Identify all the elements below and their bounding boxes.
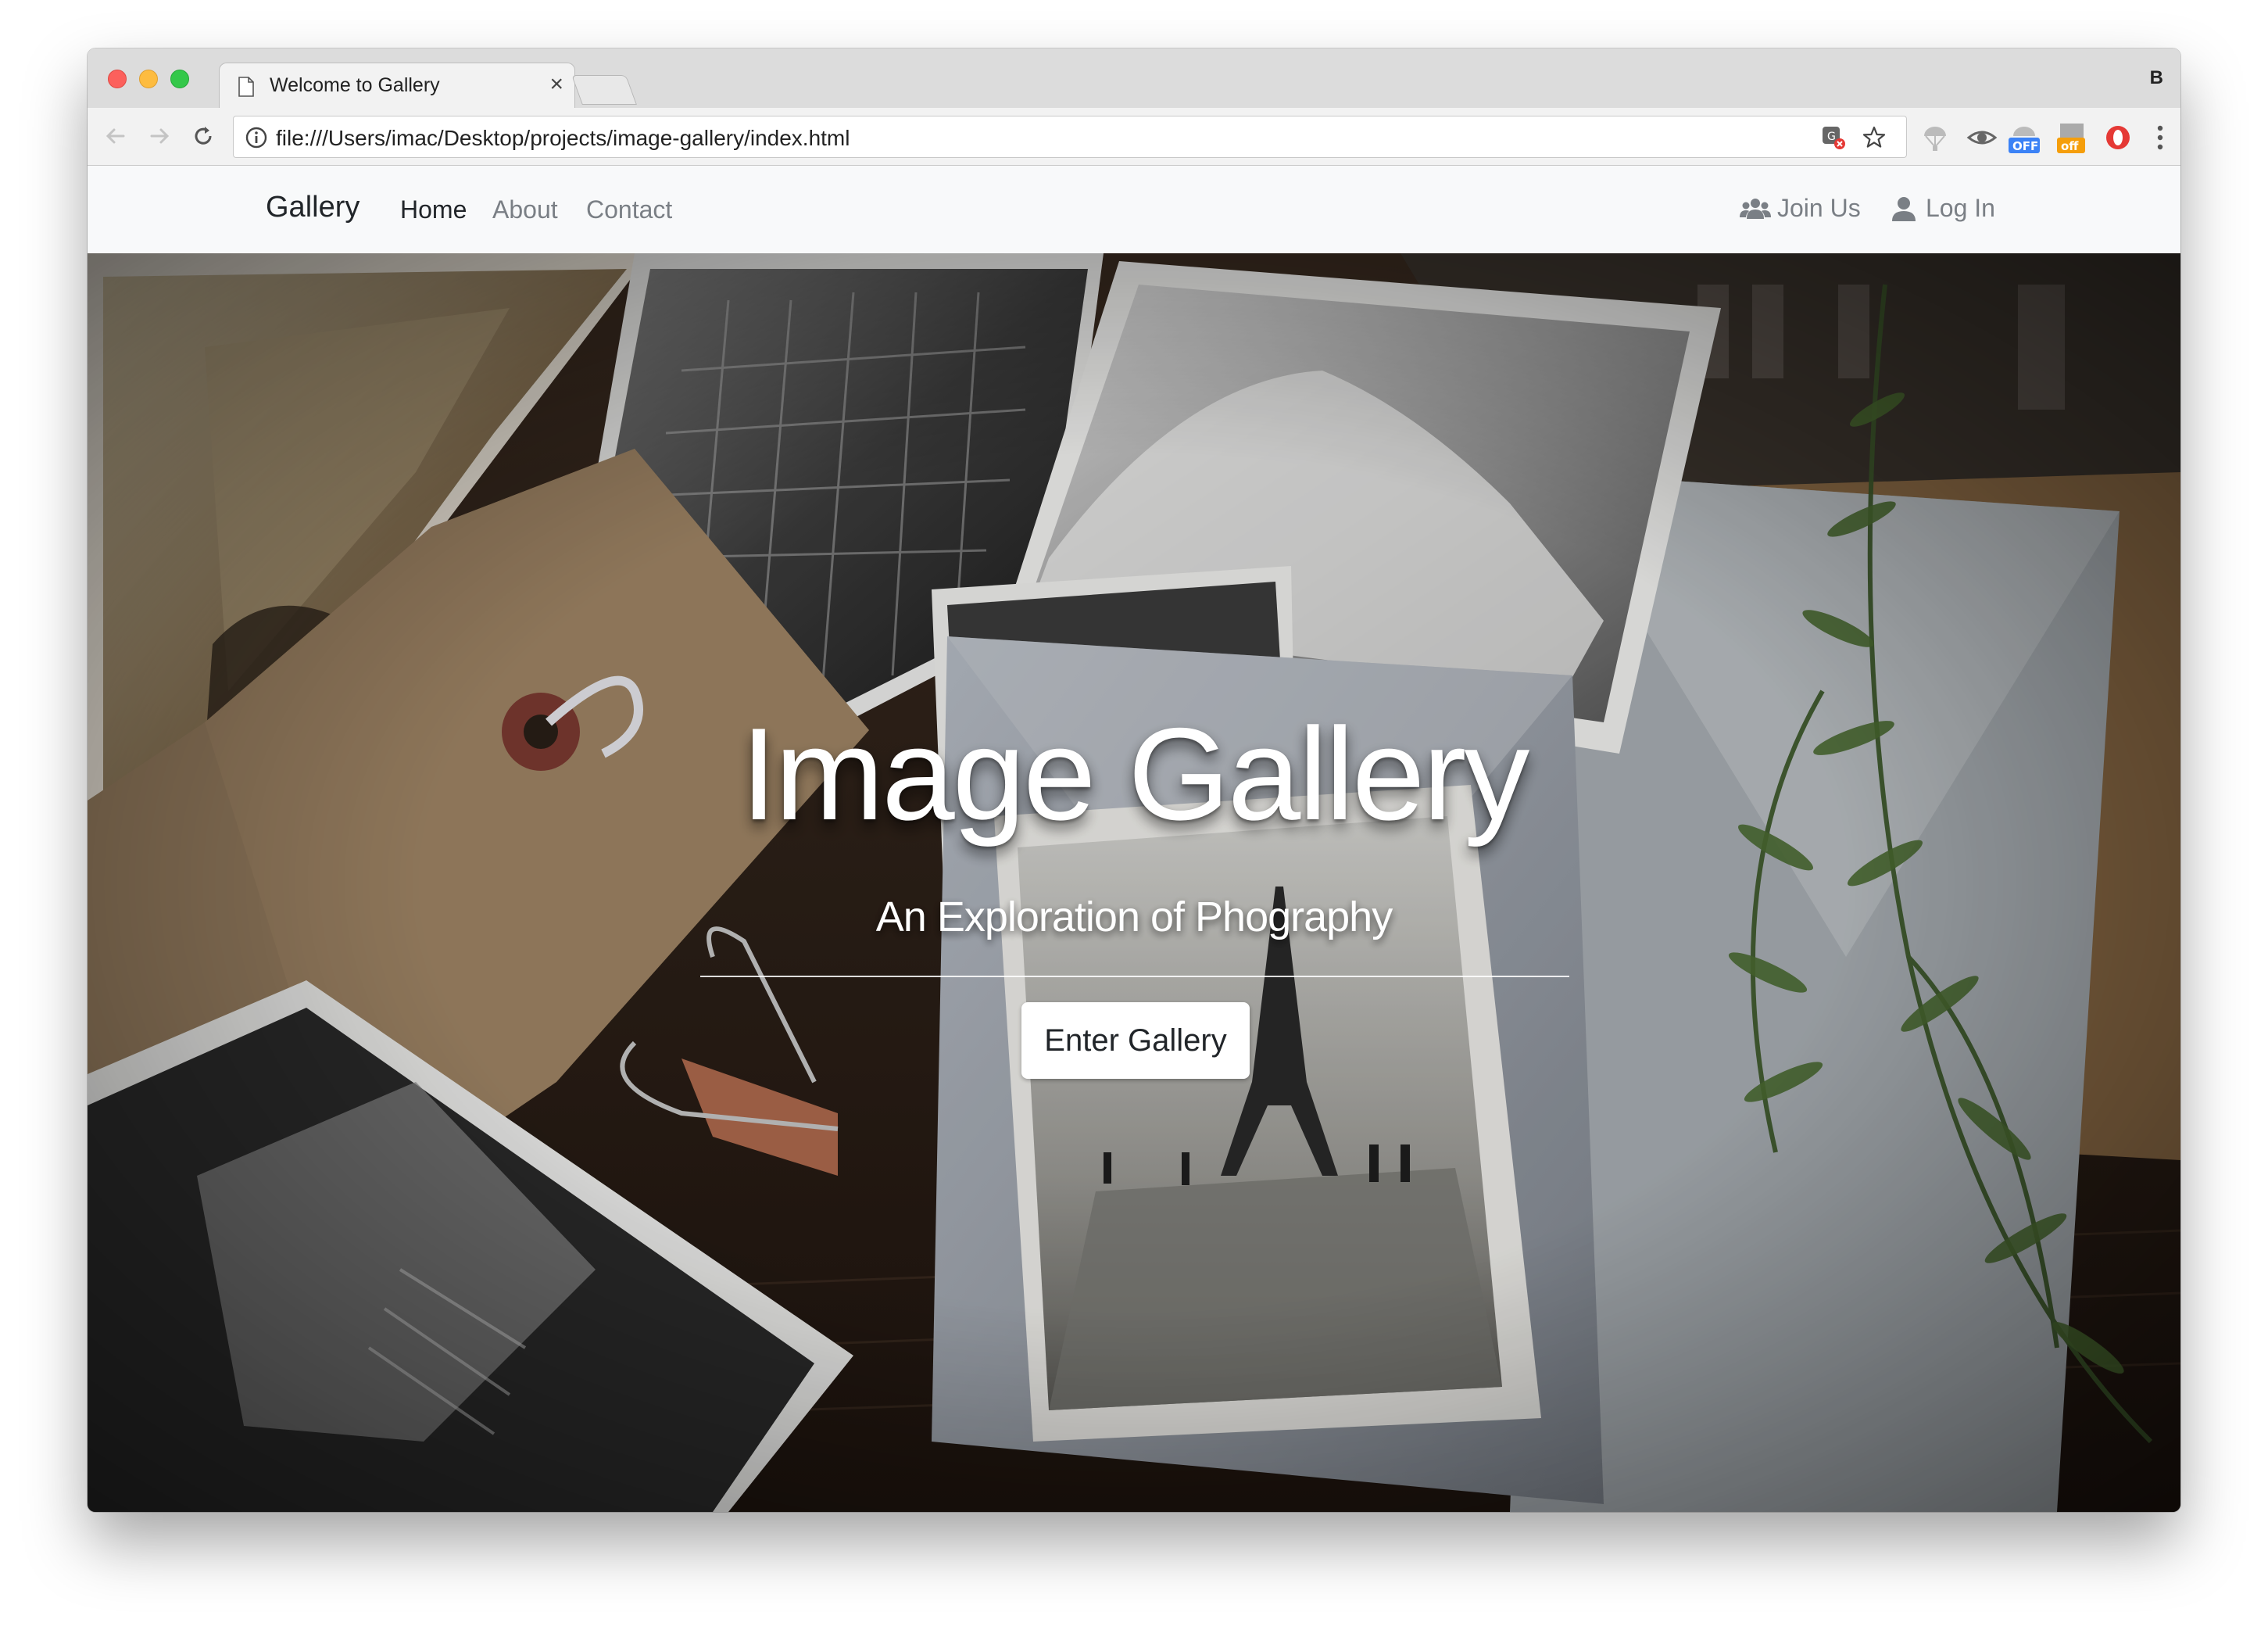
hero-title: Image Gallery <box>740 700 1530 847</box>
address-bar[interactable]: file:///Users/imac/Desktop/projects/imag… <box>233 116 1907 158</box>
off-orange-label: off <box>2061 139 2079 153</box>
off-badge-icon[interactable]: OFF <box>2005 119 2043 155</box>
log-in-link[interactable]: Log In <box>1888 194 1995 223</box>
hero-divider <box>700 976 1569 977</box>
hero-subtitle: An Exploration of Phography <box>875 894 1393 940</box>
enter-gallery-button[interactable]: Enter Gallery <box>1021 1002 1250 1079</box>
site-navbar: Gallery Home About Contact Join Us Log I… <box>88 166 2180 253</box>
hero-content: Image Gallery An Exploration of Phograph… <box>88 253 2180 1512</box>
close-window-button[interactable] <box>108 70 127 88</box>
tab-strip: Welcome to Gallery × B <box>88 48 2180 109</box>
log-in-label: Log In <box>1926 194 1995 222</box>
parachute-icon[interactable] <box>1919 122 1951 153</box>
reload-icon[interactable] <box>188 120 219 152</box>
bookmark-star-icon[interactable] <box>1861 124 1887 151</box>
translate-icon[interactable]: G <box>1820 124 1847 151</box>
hero-section: Image Gallery An Exploration of Phograph… <box>88 253 2180 1512</box>
off-coupon-icon[interactable]: off <box>2054 119 2090 155</box>
menu-dots-icon[interactable] <box>2145 122 2176 153</box>
tab-title: Welcome to Gallery <box>270 74 440 96</box>
tab-close-icon[interactable]: × <box>549 73 563 96</box>
forward-arrow-icon[interactable] <box>144 120 175 152</box>
join-us-label: Join Us <box>1777 194 1861 222</box>
user-icon <box>1892 196 1916 221</box>
back-arrow-icon[interactable] <box>100 120 131 152</box>
zoom-window-button[interactable] <box>170 70 189 88</box>
url-text[interactable]: file:///Users/imac/Desktop/projects/imag… <box>276 126 850 151</box>
new-tab-button[interactable] <box>571 75 637 105</box>
page-icon <box>238 77 254 97</box>
browser-toolbar: file:///Users/imac/Desktop/projects/imag… <box>88 108 2180 166</box>
off-blue-label: OFF <box>2012 139 2038 153</box>
nav-link-contact[interactable]: Contact <box>586 195 672 224</box>
navbar-brand[interactable]: Gallery <box>266 191 360 224</box>
svg-text:G: G <box>1827 131 1836 143</box>
eye-icon[interactable] <box>1966 122 1998 153</box>
browser-tab[interactable]: Welcome to Gallery × <box>219 63 575 109</box>
minimize-window-button[interactable] <box>139 70 158 88</box>
opera-icon[interactable] <box>2102 122 2134 153</box>
join-us-link[interactable]: Join Us <box>1740 194 1861 223</box>
nav-link-about[interactable]: About <box>492 195 558 224</box>
profile-button[interactable]: B <box>2150 67 2163 89</box>
users-icon <box>1740 198 1771 219</box>
nav-link-home[interactable]: Home <box>400 195 467 224</box>
browser-window: Welcome to Gallery × B file:///Users/ima… <box>88 48 2180 1512</box>
info-icon[interactable] <box>245 126 268 149</box>
